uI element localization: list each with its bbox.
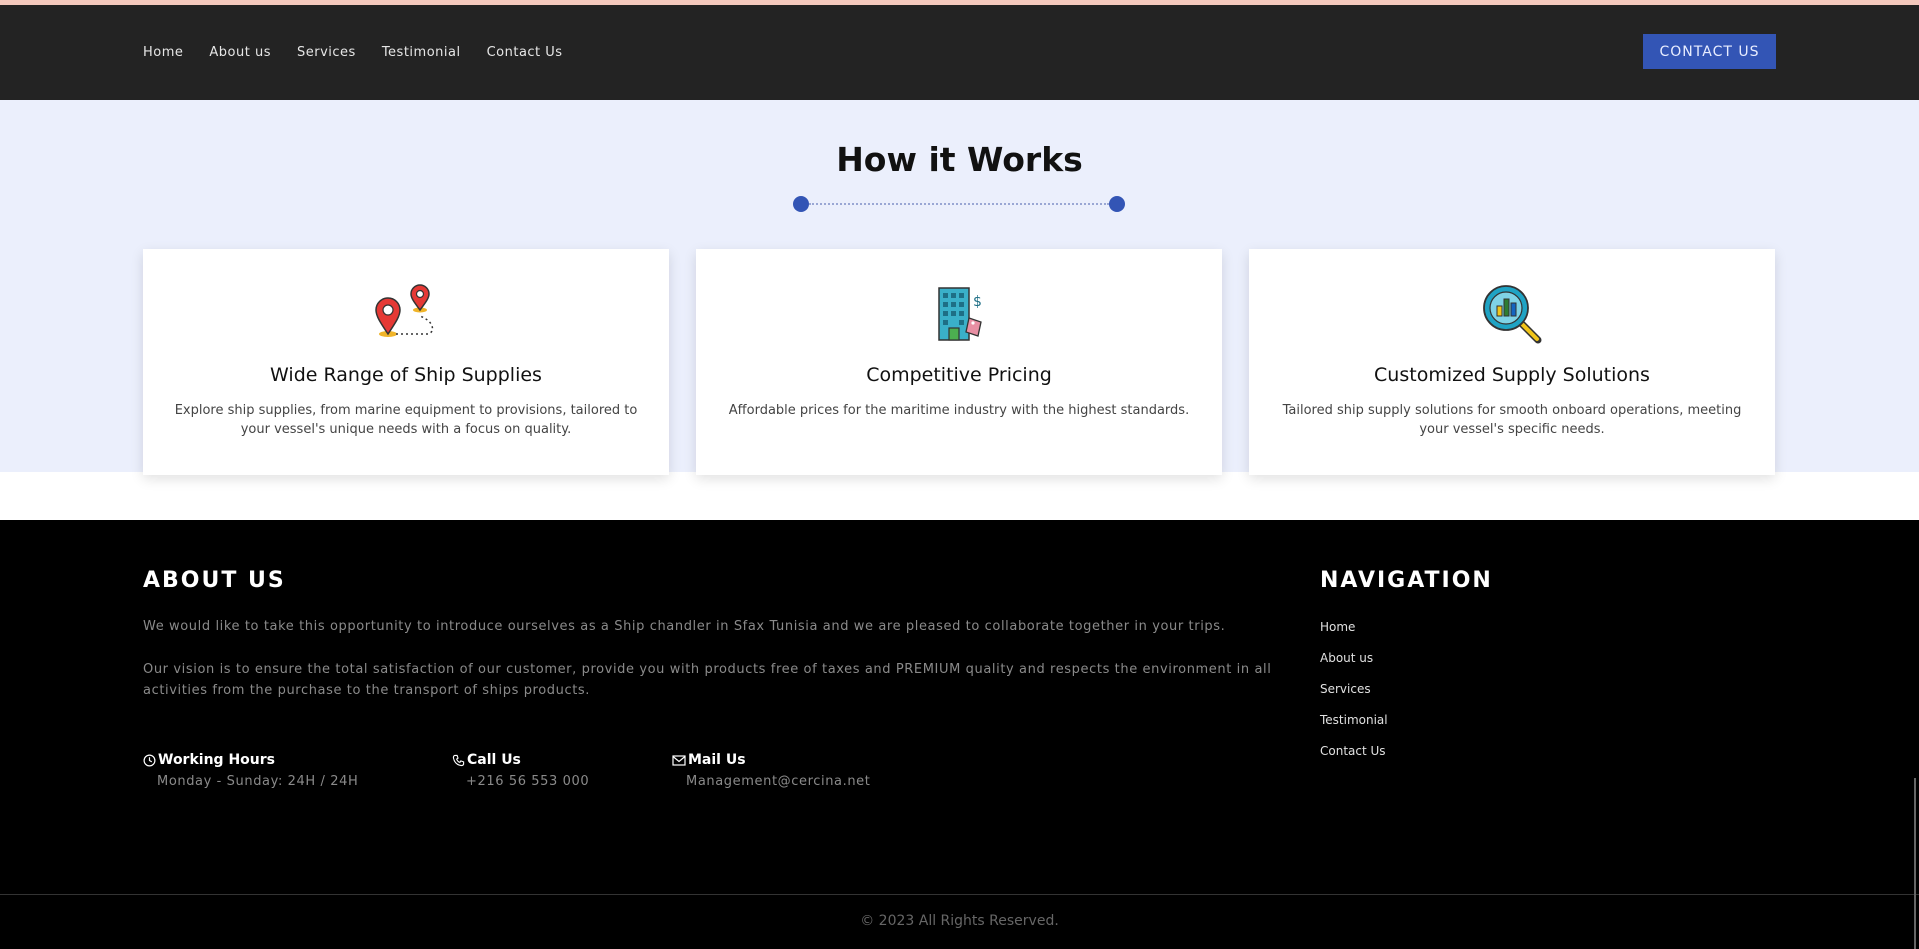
call-us-label: Call Us	[467, 752, 521, 768]
call-us-block: Call Us +216 56 553 000	[452, 752, 589, 789]
divider-dot	[1109, 196, 1125, 212]
footer-nav-about[interactable]: About us	[1320, 651, 1388, 667]
mail-us-label-row: Mail Us	[672, 752, 870, 768]
nav-contact-link[interactable]: Contact Us	[487, 45, 563, 60]
contact-us-button[interactable]: CONTACT US	[1643, 34, 1776, 69]
footer-nav-home[interactable]: Home	[1320, 620, 1388, 636]
email-address[interactable]: Management@cercina.net	[686, 774, 870, 789]
card-title: Wide Range of Ship Supplies	[270, 364, 542, 386]
title-divider	[793, 196, 1125, 212]
site-footer: ABOUT US We would like to take this oppo…	[0, 520, 1919, 949]
copyright-text: © 2023 All Rights Reserved.	[860, 913, 1059, 929]
map-pins-icon	[375, 284, 434, 337]
scrollbar-thumb[interactable]	[1914, 778, 1916, 949]
nav-about-link[interactable]: About us	[209, 45, 271, 60]
card-title: Customized Supply Solutions	[1374, 364, 1650, 386]
divider-dot	[793, 196, 809, 212]
footer-nav: Home About us Services Testimonial Conta…	[1320, 620, 1388, 760]
working-hours-label: Working Hours	[158, 752, 275, 768]
nav-testimonial-link[interactable]: Testimonial	[382, 45, 461, 60]
footer-about-paragraph: We would like to take this opportunity t…	[143, 619, 1226, 634]
nav-home-link[interactable]: Home	[143, 45, 183, 60]
call-us-label-row: Call Us	[452, 752, 589, 768]
building-price-icon: $	[938, 287, 982, 341]
card-text: Explore ship supplies, from marine equip…	[174, 403, 638, 437]
footer-about-title: ABOUT US	[143, 568, 286, 593]
phone-icon	[452, 754, 465, 766]
working-hours-label-row: Working Hours	[143, 752, 358, 768]
footer-nav-contact[interactable]: Contact Us	[1320, 744, 1388, 760]
mail-us-label: Mail Us	[688, 752, 746, 768]
divider-line	[809, 203, 1109, 205]
footer-nav-services[interactable]: Services	[1320, 682, 1388, 698]
feature-card-pricing: $ Competitive Pricing Affordable prices …	[696, 249, 1222, 475]
footer-vision-paragraph: Our vision is to ensure the total satisf…	[143, 662, 1272, 698]
phone-number[interactable]: +216 56 553 000	[466, 774, 589, 789]
nav-services-link[interactable]: Services	[297, 45, 356, 60]
working-hours-value: Monday - Sunday: 24H / 24H	[157, 774, 359, 789]
section-title: How it Works	[836, 140, 1083, 179]
card-title: Competitive Pricing	[866, 364, 1052, 386]
footer-divider	[0, 894, 1919, 895]
working-hours-block: Working Hours Monday - Sunday: 24H / 24H	[143, 752, 358, 789]
svg-text:$: $	[973, 294, 982, 310]
mail-us-block: Mail Us Management@cercina.net	[672, 752, 870, 789]
mail-icon	[672, 754, 686, 766]
card-text: Affordable prices for the maritime indus…	[728, 403, 1190, 418]
feature-card-solutions: Customized Supply Solutions Tailored shi…	[1249, 249, 1775, 475]
card-text: Tailored ship supply solutions for smoot…	[1282, 403, 1742, 437]
magnifier-chart-icon	[1483, 285, 1542, 344]
feature-card-supplies: Wide Range of Ship Supplies Explore ship…	[143, 249, 669, 475]
clock-icon	[143, 754, 156, 766]
top-navbar: Home About us Services Testimonial Conta…	[0, 5, 1919, 100]
main-nav: Home About us Services Testimonial Conta…	[143, 5, 563, 100]
footer-navigation-title: NAVIGATION	[1320, 568, 1493, 593]
footer-nav-testimonial[interactable]: Testimonial	[1320, 713, 1388, 729]
